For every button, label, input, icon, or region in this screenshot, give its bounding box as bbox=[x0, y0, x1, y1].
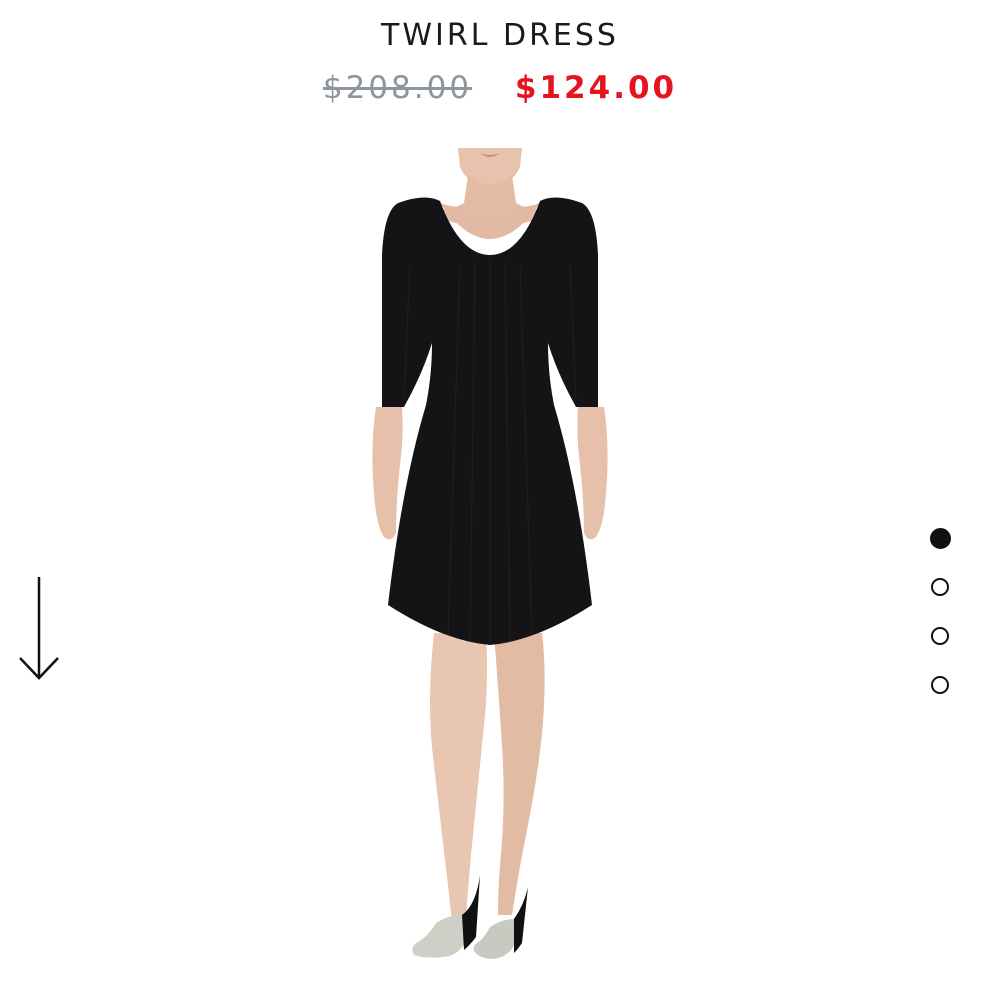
carousel-dot-4[interactable] bbox=[931, 676, 949, 694]
price-row: $208.00 $124.00 bbox=[0, 70, 1000, 106]
carousel-dots bbox=[930, 528, 955, 725]
carousel-dot-3[interactable] bbox=[931, 627, 949, 645]
arrow-down-icon[interactable] bbox=[16, 575, 62, 683]
carousel-dot-1[interactable] bbox=[930, 528, 951, 549]
sale-price: $124.00 bbox=[514, 70, 678, 106]
product-image[interactable] bbox=[330, 145, 650, 980]
original-price: $208.00 bbox=[322, 70, 473, 106]
carousel-dot-2[interactable] bbox=[931, 578, 949, 596]
product-title: TWIRL DRESS bbox=[381, 18, 619, 53]
